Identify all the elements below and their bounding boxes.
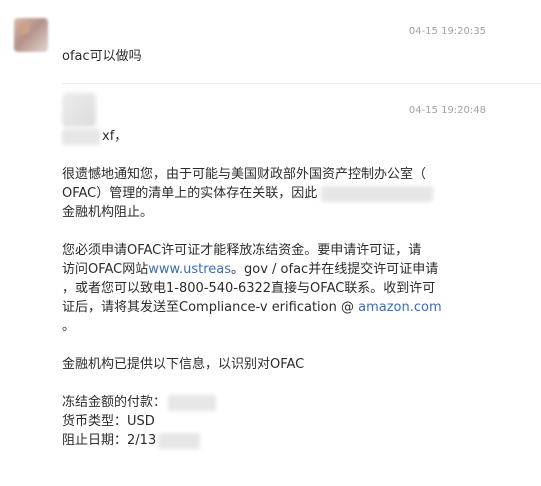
- paragraph-line: 金融机构已提供以下信息，以识别对OFAC: [62, 357, 305, 372]
- message-body: xf， 很遗憾地通知您，由于可能与美国财政部外国资产控制办公室（ OFAC）管理…: [62, 127, 492, 450]
- redacted-bank-name: [321, 185, 434, 202]
- greeting-suffix: xf，: [102, 129, 128, 144]
- paragraph-line: 。: [62, 319, 76, 334]
- paragraph-line: 访问OFAC网站www.ustreas。gov / ofac并在线提交许可证申请: [62, 262, 439, 277]
- paragraph-line: ，或者您可以致电1-800-540-6322直接与OFAC联系。收到许可: [62, 281, 436, 296]
- redacted-name: [62, 128, 100, 145]
- detail-amount: 冻结金额的付款：: [62, 393, 492, 412]
- redacted-amount: [168, 394, 217, 411]
- chat-message: 04-15 19:20:48 xf， 很遗憾地通知您，由于可能与美国财政部外国资…: [0, 83, 541, 486]
- redacted-date: [158, 432, 201, 449]
- detail-currency: 货币类型：USD: [62, 414, 155, 429]
- message-timestamp: 04-15 19:20:48: [408, 105, 486, 116]
- detail-date: 阻止日期：2/13: [62, 431, 492, 450]
- paragraph-line: 您必须申请OFAC许可证才能释放冻结资金。要申请许可证，请: [62, 243, 422, 258]
- email-link[interactable]: amazon.com: [358, 300, 442, 315]
- greeting-line: xf，: [62, 127, 492, 146]
- website-link[interactable]: www.ustreas: [148, 262, 231, 277]
- paragraph-line: OFAC）管理的清单上的实体存在关联，因此: [62, 184, 492, 203]
- paragraph-line: 金融机构阻止。: [62, 205, 154, 220]
- chat-history: 04-15 19:20:35 ofac可以做吗 04-15 19:20:48 x…: [0, 0, 541, 486]
- chat-message: 04-15 19:20:35 ofac可以做吗: [0, 0, 541, 83]
- paragraph-line: 很遗憾地通知您，由于可能与美国财政部外国资产控制办公室（: [62, 167, 427, 182]
- paragraph-line: 证后，请将其发送至Compliance-v erification @ amaz…: [62, 300, 442, 315]
- message-text: ofac可以做吗: [62, 49, 142, 64]
- avatar[interactable]: [62, 93, 96, 127]
- message-timestamp: 04-15 19:20:35: [408, 26, 486, 37]
- avatar[interactable]: [14, 18, 48, 52]
